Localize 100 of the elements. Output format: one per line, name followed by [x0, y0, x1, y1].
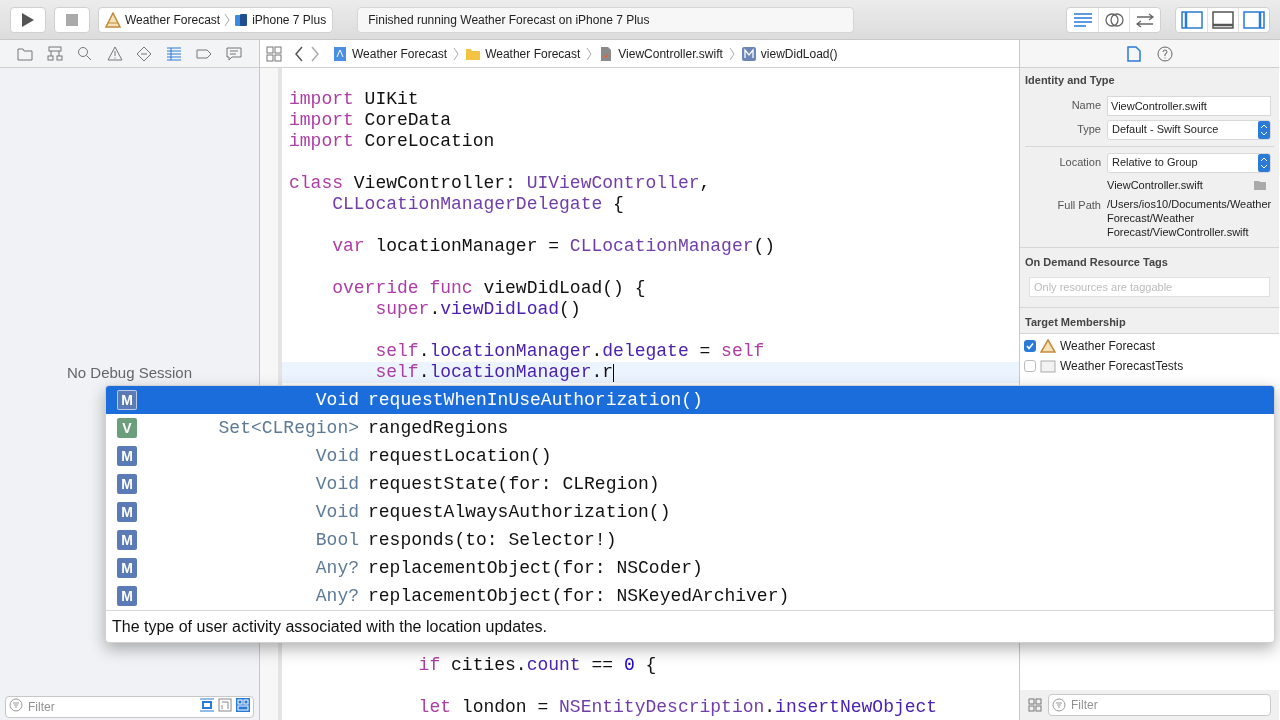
code-line: import CoreLocation	[289, 131, 495, 152]
return-type: Set<CLRegion>	[217, 416, 359, 440]
completion-item[interactable]: M Void requestAlwaysAuthorization()	[106, 498, 1274, 526]
text-cursor	[613, 363, 615, 382]
folder-icon[interactable]	[1254, 179, 1266, 190]
app-icon	[1040, 339, 1056, 353]
kind-badge: V	[117, 418, 137, 438]
project-icon	[332, 45, 348, 62]
field-label: Location	[1058, 155, 1101, 171]
code-line: class ViewController: UIViewController,	[289, 173, 711, 194]
method-icon	[740, 45, 757, 62]
search-icon	[76, 45, 93, 62]
help-icon[interactable]	[1156, 45, 1173, 62]
app-icon	[105, 11, 121, 28]
type-dropdown[interactable]: Default - Swift Source	[1107, 119, 1271, 140]
tags-field[interactable]: Only resources are taggable	[1029, 276, 1270, 297]
grid-icon[interactable]	[1028, 698, 1042, 712]
return-type: Void	[314, 500, 359, 524]
completion-name: rangedRegions	[368, 416, 509, 440]
left-panel-icon	[1180, 9, 1203, 30]
stop-button[interactable]	[54, 6, 90, 33]
return-type: Void	[314, 444, 359, 468]
code-line: let london = NSEntityDescription.insertNewObject	[417, 697, 938, 718]
code-line: super.viewDidLoad()	[374, 299, 581, 320]
activity-status: Finished running Weather Forecast on iPhone 7 Plus	[357, 6, 855, 33]
completion-item[interactable]: M Bool responds(to: Selector!)	[106, 526, 1274, 554]
grid-icon	[236, 698, 250, 712]
completion-name: requestAlwaysAuthorization()	[368, 500, 671, 524]
no-debug-message: No Debug Session	[66, 362, 193, 383]
device-name: iPhone 7 Plus	[252, 11, 327, 29]
chevron-icon	[224, 12, 231, 27]
back-icon[interactable]	[294, 45, 304, 62]
completion-item[interactable]: M Any? replacementObject(for: NSCoder)	[106, 554, 1274, 582]
completion-name: requestState(for: CLRegion)	[368, 472, 660, 496]
checkbox[interactable]	[1024, 340, 1036, 352]
message-icon	[226, 45, 243, 62]
hierarchy-icon	[46, 45, 63, 62]
code-line: var locationManager = CLLocationManager()	[331, 236, 776, 257]
bottom-panel-icon	[1212, 9, 1234, 30]
filter-icon	[1052, 698, 1066, 712]
kind-badge: M	[117, 446, 137, 466]
location-file: ViewController.swift	[1107, 177, 1204, 193]
code-line: CLLocationManagerDelegate {	[331, 194, 624, 215]
breadcrumb[interactable]: ViewController.swift	[618, 44, 723, 63]
file-icon[interactable]	[1126, 45, 1141, 62]
list-icon	[166, 45, 183, 62]
location-dropdown[interactable]: Relative to Group	[1107, 152, 1271, 173]
breadcrumb[interactable]: Weather Forecast	[352, 44, 448, 63]
code-line: override func viewDidLoad() {	[331, 278, 646, 299]
stop-icon	[66, 13, 78, 26]
warning-icon	[106, 45, 123, 62]
scope-icon	[200, 698, 214, 712]
field-label: Name	[1070, 98, 1101, 114]
target-name: Weather Forecast	[1060, 338, 1156, 355]
chevron-icon	[728, 46, 735, 61]
completion-name: requestWhenInUseAuthorization()	[368, 388, 703, 412]
device-icon	[234, 12, 249, 27]
kind-badge: M	[117, 530, 137, 550]
code-line: import UIKit	[289, 89, 419, 110]
play-icon	[22, 12, 34, 27]
section-title: Identity and Type	[1025, 73, 1116, 88]
filter-field[interactable]: Filter	[5, 696, 254, 718]
minus-diamond-icon	[136, 45, 153, 62]
stepper-icon	[1258, 153, 1270, 172]
completion-item[interactable]: M Void requestLocation()	[106, 442, 1274, 470]
kind-badge: M	[117, 474, 137, 494]
grid-icon[interactable]	[266, 45, 282, 62]
return-type: Any?	[314, 556, 359, 580]
return-type: Bool	[314, 528, 359, 552]
return-type: Void	[314, 472, 359, 496]
right-panel-icon	[1243, 9, 1265, 30]
check-icon	[1026, 342, 1034, 350]
scheme-name: Weather Forecast	[125, 11, 221, 29]
completion-name: replacementObject(for: NSKeyedArchiver)	[368, 584, 790, 608]
checkbox[interactable]	[1024, 360, 1036, 372]
navigator-tab[interactable]	[44, 43, 65, 64]
completion-name: replacementObject(for: NSCoder)	[368, 556, 703, 580]
target-name: Weather ForecastTests	[1060, 358, 1184, 375]
completion-item[interactable]: M Void requestState(for: CLRegion)	[106, 470, 1274, 498]
completion-item[interactable]: M Any? replacementObject(for: NSKeyedArchiver)	[106, 582, 1274, 610]
completion-item[interactable]: M Void requestWhenInUseAuthorization()	[106, 386, 1274, 414]
kind-badge: M	[117, 586, 137, 606]
breadcrumb[interactable]: Weather Forecast	[485, 44, 581, 63]
full-path: /Users/ios10/Documents/Weather Forecast/Weather Forecast/ViewController.swift	[1107, 197, 1272, 239]
code-line: self.locationManager.delegate = self	[374, 341, 765, 362]
filter-field[interactable]: Filter	[1048, 694, 1271, 716]
forward-icon[interactable]	[310, 45, 320, 62]
completion-item[interactable]: V Set<CLRegion> rangedRegions	[106, 414, 1274, 442]
section-title: On Demand Resource Tags	[1025, 255, 1169, 270]
kind-badge: M	[117, 390, 137, 410]
hierarchy-icon	[218, 698, 232, 712]
completion-name: requestLocation()	[368, 444, 552, 468]
breadcrumb[interactable]: viewDidLoad()	[760, 44, 838, 63]
stepper-icon	[1258, 120, 1270, 139]
code-line: self.locationManager.r	[374, 362, 614, 383]
run-button[interactable]	[10, 6, 46, 33]
return-type: Void	[314, 388, 359, 412]
scheme-selector[interactable]: Weather Forecast iPhone 7 Plus	[98, 6, 334, 33]
field-label: Full Path	[1056, 198, 1101, 213]
name-field[interactable]: ViewController.swift	[1107, 95, 1271, 116]
